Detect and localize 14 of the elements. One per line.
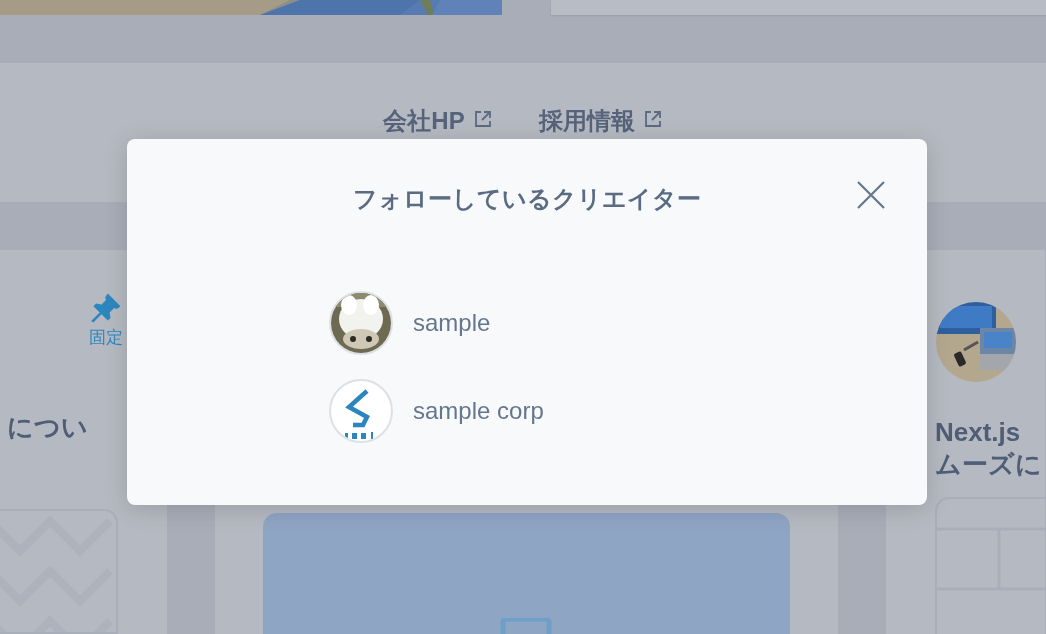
close-icon <box>855 179 887 211</box>
modal-title: フォローしているクリエイター <box>353 184 701 214</box>
external-link-icon <box>472 109 493 129</box>
external-link-icon <box>642 109 663 129</box>
card-title: ムーズに <box>935 448 1043 480</box>
close-button[interactable] <box>855 179 887 211</box>
card-title: につい <box>6 411 89 443</box>
image-icon <box>499 618 552 634</box>
card-title: Next.js <box>935 416 1022 448</box>
creator-item[interactable]: sample <box>329 291 491 355</box>
creator-item[interactable]: sample corp <box>329 379 544 443</box>
external-link[interactable]: 会社HP <box>383 107 493 137</box>
external-link[interactable]: 採用情報 <box>538 107 663 137</box>
pin-button[interactable]: 固定 <box>85 290 127 349</box>
